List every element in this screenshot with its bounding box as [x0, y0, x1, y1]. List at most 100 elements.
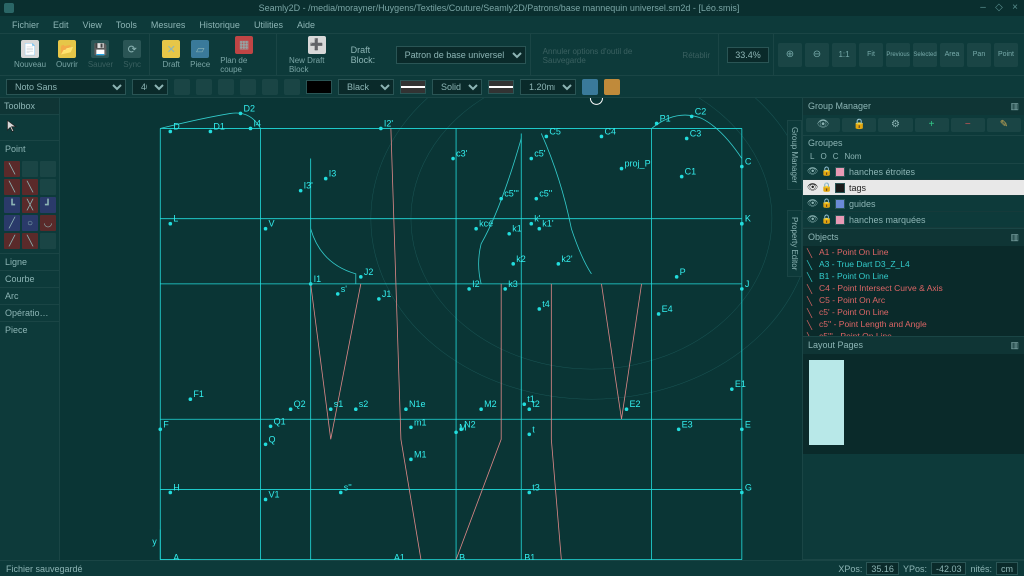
point-tool-5[interactable]: ╲ — [22, 179, 38, 195]
object-row[interactable]: ╲c5' - Point On Line — [803, 306, 1024, 318]
lock-icon[interactable]: 🔒 — [821, 214, 831, 225]
draft-mode-button[interactable]: ✕Draft — [158, 38, 184, 71]
lock-icon[interactable]: 🔒 — [821, 182, 831, 193]
object-row[interactable]: ╲C5 - Point On Arc — [803, 294, 1024, 306]
point-tool-9[interactable]: ┛ — [40, 197, 56, 213]
section-piece[interactable]: Piece — [0, 321, 59, 338]
linetype-select[interactable]: Solidline — [432, 79, 482, 95]
point-tool-1[interactable]: ╲ — [4, 161, 20, 177]
group-vis-button[interactable]: 👁 — [806, 118, 840, 132]
color-select[interactable]: Black — [338, 79, 394, 95]
lock-icon[interactable]: 🔒 — [821, 166, 831, 177]
lock-icon[interactable]: 🔒 — [821, 198, 831, 209]
eye-icon[interactable]: 👁 — [807, 182, 817, 193]
group-row[interactable]: 👁🔒hanches étroites — [803, 164, 1024, 180]
linetype-swatch[interactable] — [400, 80, 426, 94]
menu-historique[interactable]: Historique — [193, 18, 246, 32]
zoom-in-button[interactable]: ⊕ — [778, 43, 802, 67]
section-arc[interactable]: Arc — [0, 287, 59, 304]
point-tool-13[interactable]: ╱ — [4, 233, 20, 249]
object-row[interactable]: ╲A1 - Point On Line — [803, 246, 1024, 258]
section-point[interactable]: Point — [0, 140, 59, 157]
eye-icon[interactable]: 👁 — [807, 166, 817, 177]
misc-tool-1[interactable] — [582, 79, 598, 95]
close-button[interactable]: × — [1010, 3, 1020, 13]
group-lock-button[interactable]: 🔒 — [842, 118, 876, 132]
zoom-fit-button[interactable]: Fit — [859, 43, 883, 67]
object-row[interactable]: ╲A3 - True Dart D3_Z_L4 — [803, 258, 1024, 270]
snap-button[interactable] — [284, 79, 300, 95]
color-swatch[interactable] — [306, 80, 332, 94]
point-tool-11[interactable]: ○ — [22, 215, 38, 231]
section-ligne[interactable]: Ligne — [0, 253, 59, 270]
point-tool-3[interactable] — [40, 161, 56, 177]
zoom-prev-button[interactable]: Previous — [886, 43, 910, 67]
point-tool-12[interactable]: ◡ — [40, 215, 56, 231]
draft-block-select[interactable]: Patron de base universel — [396, 46, 526, 64]
zoom-area-button[interactable]: Area — [940, 43, 964, 67]
group-edit-button[interactable]: ✎ — [987, 118, 1021, 132]
piece-mode-button[interactable]: ▱Piece — [186, 38, 214, 71]
point-tool-8[interactable]: ╳ — [22, 197, 38, 213]
layout-mode-button[interactable]: ▦Plan de coupe — [216, 34, 272, 76]
object-row[interactable]: ╲c5'' - Point Length and Angle — [803, 318, 1024, 330]
point-tool-6[interactable] — [40, 179, 56, 195]
menu-mesures[interactable]: Mesures — [145, 18, 192, 32]
new-draft-block-button[interactable]: ➕New Draft Block — [285, 34, 349, 76]
group-settings-button[interactable]: ⚙ — [878, 118, 912, 132]
eye-icon[interactable]: 👁 — [807, 198, 817, 209]
menu-tools[interactable]: Tools — [110, 18, 143, 32]
drafting-canvas[interactable]: y x AA1BB1CC1C2C3C4C5DD1D2EE1E2E3E4FF1GH… — [60, 98, 802, 560]
section-operations[interactable]: Opératio… — [0, 304, 59, 321]
open-button[interactable]: 📂Ouvrir — [52, 38, 82, 71]
group-add-button[interactable]: + — [915, 118, 949, 132]
linewidth-swatch[interactable] — [488, 80, 514, 94]
linewidth-select[interactable]: 1.20mm — [520, 79, 576, 95]
menu-view[interactable]: View — [77, 18, 108, 32]
eye-icon[interactable]: 👁 — [807, 214, 817, 225]
object-row[interactable]: ╲C4 - Point Intersect Curve & Axis — [803, 282, 1024, 294]
section-courbe[interactable]: Courbe — [0, 270, 59, 287]
panel-collapse-icon[interactable]: ▥ — [1010, 101, 1019, 112]
layout-thumbnail[interactable] — [809, 360, 844, 445]
point-tool-14[interactable]: ╲ — [22, 233, 38, 249]
point-tool-15[interactable] — [40, 233, 56, 249]
new-button[interactable]: 📄Nouveau — [10, 38, 50, 71]
menu-aide[interactable]: Aide — [291, 18, 321, 32]
point-tool-10[interactable]: ╱ — [4, 215, 20, 231]
layout-preview[interactable] — [803, 354, 1024, 454]
menu-edit[interactable]: Edit — [47, 18, 75, 32]
side-tab-group-manager[interactable]: Group Manager — [787, 120, 802, 190]
misc-tool-2[interactable] — [604, 79, 620, 95]
pan-button[interactable]: Pan — [967, 43, 991, 67]
text-tool-button[interactable] — [240, 79, 256, 95]
undo-button[interactable]: Annuler options d'outil de Sauvegarde — [539, 43, 677, 67]
zoom-point-button[interactable]: Point — [994, 43, 1018, 67]
point-tool-4[interactable]: ╲ — [4, 179, 20, 195]
zoom-out-button[interactable]: ⊖ — [805, 43, 829, 67]
zoom-selected-button[interactable]: Selected — [913, 43, 937, 67]
maximize-button[interactable]: ◇ — [994, 3, 1004, 13]
point-tool-7[interactable]: ┗ — [4, 197, 20, 213]
object-row[interactable]: ╲c5''' - Point On Line — [803, 330, 1024, 336]
point-tool-2[interactable] — [22, 161, 38, 177]
objects-collapse-icon[interactable]: ▥ — [1010, 232, 1019, 243]
font-select[interactable]: Noto Sans — [6, 79, 126, 95]
group-remove-button[interactable]: − — [951, 118, 985, 132]
side-tab-property-editor[interactable]: Property Editor — [787, 210, 802, 277]
select-tool-button[interactable] — [262, 79, 278, 95]
object-row[interactable]: ╲B1 - Point On Line — [803, 270, 1024, 282]
group-row[interactable]: 👁🔒guides — [803, 196, 1024, 212]
zoom-input[interactable] — [727, 47, 769, 63]
layout-collapse-icon[interactable]: ▥ — [1010, 340, 1019, 351]
select-tool[interactable] — [0, 115, 59, 140]
group-row[interactable]: 👁🔒hanches marquées — [803, 212, 1024, 228]
fontsize-select[interactable]: 40 — [132, 79, 168, 95]
menu-utilities[interactable]: Utilities — [248, 18, 289, 32]
minimize-button[interactable]: – — [978, 3, 988, 13]
group-row[interactable]: 👁🔒tags — [803, 180, 1024, 196]
italic-button[interactable] — [196, 79, 212, 95]
zoom-11-button[interactable]: 1:1 — [832, 43, 856, 67]
bold-button[interactable] — [174, 79, 190, 95]
menu-fichier[interactable]: Fichier — [6, 18, 45, 32]
